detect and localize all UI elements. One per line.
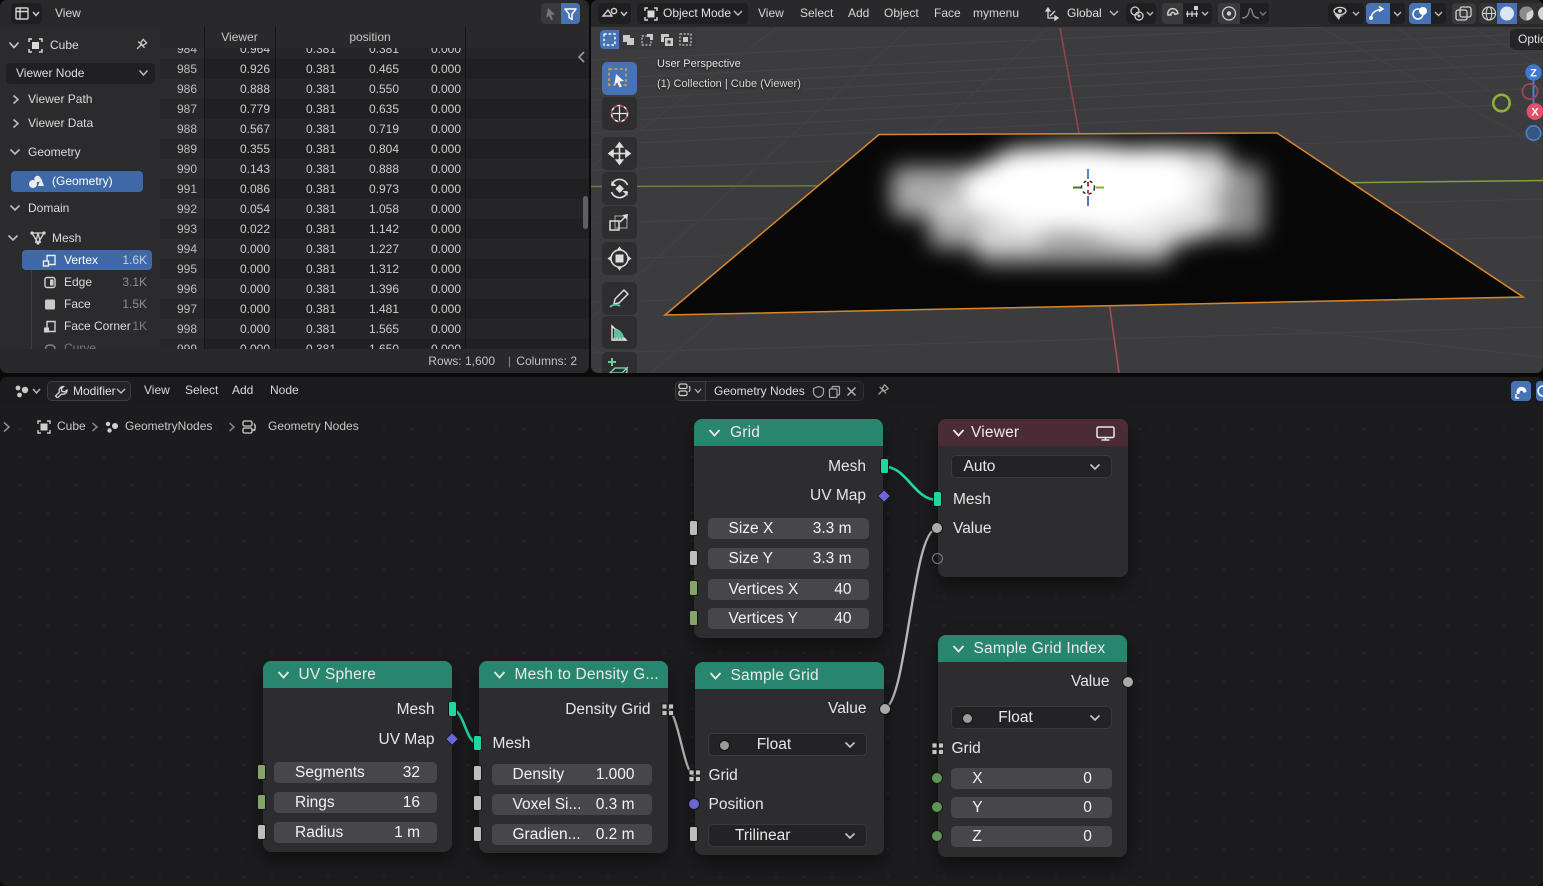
svg-text:Z: Z: [1530, 68, 1537, 80]
svg-text:X: X: [1531, 107, 1539, 119]
